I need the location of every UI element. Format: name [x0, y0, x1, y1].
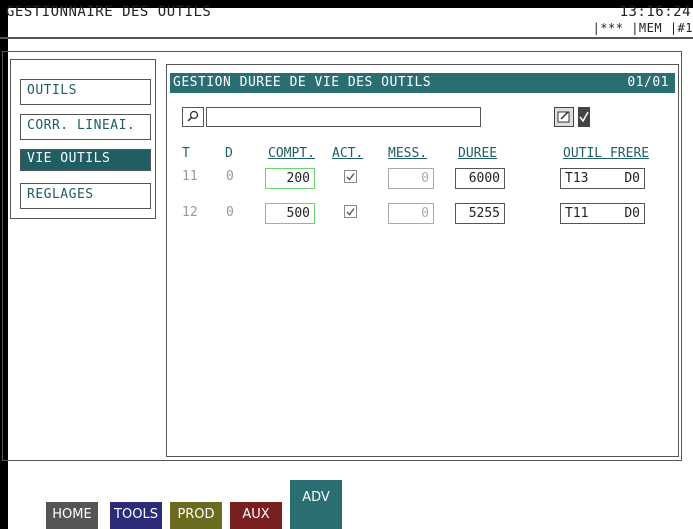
sidebar-item-vie-outils[interactable]: VIE OUTILS [20, 149, 151, 171]
compt-field[interactable]: 500 [265, 203, 315, 224]
panel-header: GESTION DUREE DE VIE DES OUTILS 01/01 [170, 73, 675, 93]
sidebar-item-corr-lineai[interactable]: CORR. LINEAI. [20, 114, 151, 140]
panel-title: GESTION DUREE DE VIE DES OUTILS [173, 75, 432, 90]
nav-tools-button[interactable]: TOOLS [110, 502, 162, 529]
col-header-act: ACT. [332, 146, 364, 161]
checkmark-icon [346, 208, 355, 216]
cell-d: 0 [226, 169, 234, 184]
cell-d: 0 [226, 205, 234, 220]
col-header-duree: DUREE [458, 146, 498, 161]
act-checkbox[interactable] [344, 205, 357, 218]
outil-frere-field[interactable]: T13 D0 [560, 168, 645, 189]
title-divider [0, 37, 693, 39]
footer-bar [0, 466, 693, 529]
cell-t: 11 [182, 169, 198, 184]
checkmark-icon [346, 173, 355, 181]
status-indicator: |*** |MEM |#1 [592, 21, 693, 35]
col-header-d: D [225, 146, 233, 161]
search-icon [187, 110, 199, 122]
mess-field: 0 [388, 203, 434, 224]
nav-adv-tab[interactable]: ADV [290, 480, 342, 529]
outil-frere-field[interactable]: T11 D0 [560, 203, 645, 224]
col-header-outil-frere: OUTIL FRERE [563, 146, 650, 161]
outil-frere-t: T13 [565, 171, 589, 186]
outil-frere-d: D0 [624, 206, 640, 221]
search-input[interactable] [206, 107, 481, 127]
app-title: GESTIONNAIRE DES OUTILS [6, 4, 212, 20]
clock: 13:16:24 [619, 4, 691, 20]
col-header-t: T [182, 146, 190, 161]
col-header-mess: MESS. [388, 146, 428, 161]
outil-frere-d: D0 [624, 171, 640, 186]
duree-field[interactable]: 6000 [455, 168, 505, 189]
compt-field[interactable]: 200 [265, 168, 315, 189]
edit-button[interactable] [554, 107, 574, 127]
search-button[interactable] [182, 107, 204, 127]
outil-frere-t: T11 [565, 206, 589, 221]
validate-button[interactable] [578, 107, 590, 127]
page-indicator: 01/01 [627, 75, 669, 90]
nav-aux-button[interactable]: AUX [230, 502, 282, 529]
duree-field[interactable]: 5255 [455, 203, 505, 224]
cell-t: 12 [182, 205, 198, 220]
col-header-compt: COMPT. [268, 146, 315, 161]
mess-field: 0 [388, 168, 434, 189]
back-arrow-icon[interactable] [10, 500, 20, 529]
edit-icon [557, 111, 570, 123]
checkmark-icon [579, 111, 589, 123]
nav-home-button[interactable]: HOME [46, 502, 98, 529]
act-checkbox[interactable] [344, 170, 357, 183]
sidebar-item-reglages[interactable]: REGLAGES [20, 183, 151, 209]
nav-prod-button[interactable]: PROD [170, 502, 222, 529]
sidebar-item-outils[interactable]: OUTILS [20, 79, 151, 105]
